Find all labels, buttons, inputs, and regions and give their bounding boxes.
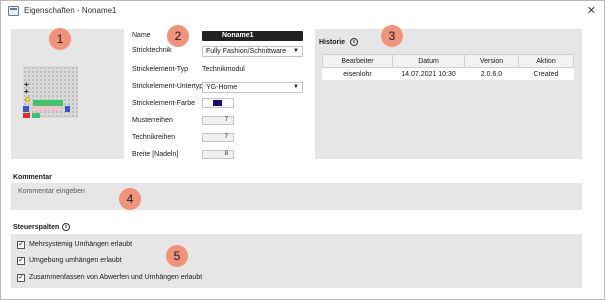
table-cell: eisenlohr	[322, 67, 393, 81]
checkbox-label: Mehrsystemig Umhängen erlaubt	[29, 241, 133, 248]
marker-2: 2	[167, 25, 189, 47]
table-row[interactable]: eisenlohr 14.07.2021 10:30 2.0.6.0 Creat…	[322, 67, 574, 81]
title-bar: Eigenschaften - Noname1 ✕	[1, 1, 604, 23]
marker-4: 4	[119, 188, 141, 210]
strickelement-typ-value: Technikmodul	[202, 66, 245, 73]
historie-title: Historie	[319, 39, 346, 46]
checkbox[interactable]: ✓	[17, 257, 25, 265]
red-cell	[23, 113, 30, 118]
checkbox-label: Zusammenfassen von Abwerfen und Umhängen…	[29, 274, 203, 281]
column-header[interactable]: Datum	[392, 54, 465, 68]
table-cell: 2.0.6.0	[464, 67, 519, 81]
info-icon[interactable]: i	[350, 38, 358, 46]
marker-5: 5	[166, 245, 188, 267]
strickelement-untertyp-label: Strickelement-Untertyp	[132, 83, 204, 90]
checkbox[interactable]: ✓	[17, 274, 25, 282]
column-header[interactable]: Bearbeiter	[322, 54, 393, 68]
color-picker[interactable]	[202, 98, 234, 108]
color-swatch	[213, 100, 222, 106]
strickelement-farbe-label: Strickelement-Farbe	[132, 100, 196, 107]
name-input[interactable]: Noname1	[202, 31, 303, 41]
marker-1: 1	[49, 28, 71, 50]
column-header[interactable]: Version	[464, 54, 519, 68]
strickelement-typ-label: Strickelement-Typ	[132, 66, 189, 73]
stricktechnik-label: Stricktechnik	[132, 47, 172, 54]
yellow-marker	[25, 97, 30, 102]
column-header[interactable]: Aktion	[518, 54, 574, 68]
window-icon	[8, 6, 19, 16]
table-cell: Created	[518, 67, 574, 81]
properties-window: Eigenschaften - Noname1 ✕ 1 + + 2 Name N…	[0, 0, 605, 300]
kommentar-input[interactable]	[11, 183, 582, 210]
technikreihen-field: 7	[202, 133, 234, 142]
technikreihen-label: Technikreihen	[132, 134, 176, 141]
steuerspalten-title: Steuerspalten	[13, 224, 60, 231]
table-cell: 14.07.2021 10:30	[392, 67, 465, 81]
checkbox[interactable]: ✓	[17, 241, 25, 249]
breite-field: 8	[202, 150, 234, 159]
checkbox-label: Umgebung umhängen erlaubt	[29, 257, 122, 264]
blue-cell	[23, 106, 29, 112]
stricktechnik-value: Fully Fashion/Schnittware	[206, 48, 287, 55]
kommentar-placeholder: Kommentar eingeben	[18, 188, 85, 195]
musterreihen-label: Musterreihen	[132, 117, 173, 124]
window-title: Eigenschaften - Noname1	[24, 6, 117, 15]
pink-row	[33, 106, 61, 111]
chevron-down-icon: ▼	[293, 84, 299, 90]
musterreihen-field: 7	[202, 116, 234, 125]
historie-panel	[315, 29, 582, 159]
strickelement-untertyp-select[interactable]: YG-Home ▼	[202, 82, 303, 93]
marker-3: 3	[381, 25, 403, 47]
historie-table: Bearbeiter Datum Version Aktion eisenloh…	[322, 54, 574, 81]
green-cell	[32, 113, 40, 118]
info-icon[interactable]: i	[62, 223, 70, 231]
breite-label: Breite [Nadeln]	[132, 151, 179, 158]
plus-icon: +	[24, 87, 29, 96]
stricktechnik-select[interactable]: Fully Fashion/Schnittware ▼	[202, 46, 303, 57]
chevron-down-icon: ▼	[293, 48, 299, 54]
knit-preview-image: + +	[23, 66, 78, 118]
strickelement-untertyp-value: YG-Home	[206, 84, 238, 91]
table-header-row: Bearbeiter Datum Version Aktion	[322, 54, 574, 68]
kommentar-title: Kommentar	[13, 174, 52, 181]
blue-cell	[65, 106, 70, 112]
close-icon[interactable]: ✕	[587, 4, 596, 17]
name-label: Name	[132, 32, 151, 39]
